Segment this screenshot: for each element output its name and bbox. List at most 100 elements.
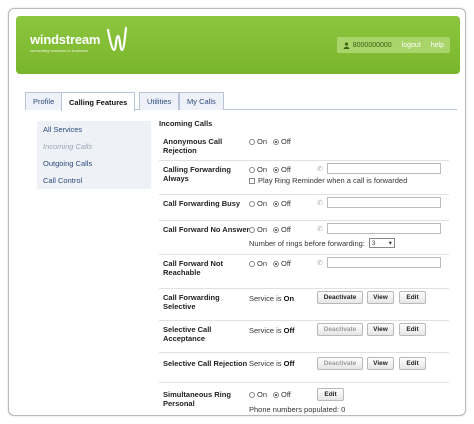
rings-option: Number of rings before forwarding: 3 ▾ — [249, 238, 395, 248]
service-status: Service is Off — [249, 359, 294, 368]
radio-off-dot[interactable] — [273, 391, 280, 398]
section-title: Incoming Calls — [159, 119, 213, 128]
radio-off-label: Off — [281, 199, 291, 208]
edit-button[interactable]: Edit — [399, 291, 426, 304]
radio-on-dot[interactable] — [249, 200, 255, 207]
row-selective-call-acceptance: Selective Call Acceptance Service is Off… — [159, 321, 449, 353]
rings-select[interactable]: 3 ▾ — [368, 238, 395, 248]
logo-text: windstream — [30, 32, 101, 47]
incoming-calls-panel: Incoming Calls Anonymous Call Rejection … — [159, 119, 449, 414]
row-selective-call-rejection: Selective Call Rejection Service is Off … — [159, 353, 449, 383]
radio-off[interactable]: Off — [273, 165, 291, 174]
radio-off[interactable]: Off — [273, 225, 291, 234]
view-button[interactable]: View — [367, 357, 394, 370]
tab-profile[interactable]: Profile — [25, 92, 63, 110]
logo-tagline: connecting business to business — [30, 48, 88, 53]
main-tabs: Profile Calling Features Utilities My Ca… — [25, 90, 457, 111]
radio-off[interactable]: Off — [273, 259, 291, 268]
app-window: windstream connecting business to busine… — [8, 8, 466, 416]
radio-on-label: On — [257, 165, 268, 174]
help-link[interactable]: help — [431, 42, 444, 49]
radio-on[interactable]: On — [249, 137, 267, 146]
radio-off[interactable]: Off — [273, 199, 291, 208]
row-call-forward-not-reachable: Call Forward Not Reachable On Off ✆ — [159, 255, 449, 289]
deactivate-button[interactable]: Deactivate — [317, 291, 363, 304]
tab-utilities[interactable]: Utilities — [139, 92, 180, 110]
user-icon — [343, 42, 350, 49]
logo-mark-icon — [106, 26, 128, 52]
feature-label: Selective Call Rejection — [163, 359, 248, 368]
edit-button[interactable]: Edit — [317, 388, 344, 401]
radio-off-dot[interactable] — [273, 260, 280, 267]
phone-numbers-populated: Phone numbers populated: 0 — [249, 405, 346, 414]
radio-on-label: On — [257, 225, 268, 234]
service-status-label: Service is — [249, 359, 282, 368]
row-call-forwarding-always: Calling Forwarding Always On Off ✆ Play … — [159, 161, 449, 195]
feature-label: Call Forwarding Selective — [163, 293, 220, 311]
sidebar-item-call-control[interactable]: Call Control — [37, 172, 151, 189]
radio-off-label: Off — [281, 259, 291, 268]
sidebar-item-outgoing-calls[interactable]: Outgoing Calls — [37, 155, 151, 172]
service-status-value: Off — [283, 359, 295, 368]
radio-on-label: On — [257, 199, 268, 208]
feature-label: Selective Call Acceptance — [163, 325, 212, 343]
user-info: 8000000000 — [343, 42, 392, 49]
radio-on-dot[interactable] — [249, 226, 255, 233]
radio-off-dot[interactable] — [273, 226, 280, 233]
on-off-radio-group: On Off — [249, 225, 291, 234]
radio-on-dot[interactable] — [249, 391, 255, 398]
on-off-radio-group: On Off — [249, 165, 291, 174]
on-off-radio-group: On Off — [249, 390, 291, 399]
user-bar: 8000000000 logout help — [336, 37, 450, 53]
radio-on[interactable]: On — [249, 199, 267, 208]
forward-number-input[interactable] — [327, 163, 441, 174]
forward-number-input[interactable] — [327, 223, 441, 234]
feature-label: Simultaneous Ring Personal — [163, 390, 231, 408]
radio-on[interactable]: On — [249, 259, 267, 268]
row-call-forward-no-answer: Call Forward No Answer On Off ✆ Number o… — [159, 221, 449, 255]
tab-calling-features[interactable]: Calling Features — [61, 92, 136, 111]
radio-on-dot[interactable] — [249, 260, 255, 267]
ring-reminder-checkbox[interactable] — [249, 177, 255, 184]
radio-on-dot[interactable] — [249, 166, 255, 173]
on-off-radio-group: On Off — [249, 199, 291, 208]
edit-button[interactable]: Edit — [399, 357, 426, 370]
row-call-forwarding-busy: Call Forwarding Busy On Off ✆ — [159, 195, 449, 221]
radio-on-label: On — [257, 137, 268, 146]
radio-off[interactable]: Off — [273, 137, 291, 146]
service-status-label: Service is — [249, 294, 282, 303]
radio-off-label: Off — [281, 137, 291, 146]
tab-my-calls[interactable]: My Calls — [179, 92, 224, 110]
service-status: Service is On — [249, 294, 294, 303]
phone-icon: ✆ — [317, 200, 323, 207]
row-simultaneous-ring-personal: Simultaneous Ring Personal On Off Edit P… — [159, 383, 449, 415]
feature-label: Call Forward No Answer — [163, 225, 250, 234]
sidebar-item-all-services[interactable]: All Services — [37, 121, 151, 138]
rings-label: Number of rings before forwarding: — [249, 238, 365, 248]
edit-button[interactable]: Edit — [399, 323, 426, 336]
radio-off[interactable]: Off — [273, 390, 291, 399]
radio-on-dot[interactable] — [249, 138, 255, 145]
deactivate-button[interactable]: Deactivate — [317, 323, 363, 336]
radio-on[interactable]: On — [249, 225, 267, 234]
radio-off-dot[interactable] — [273, 200, 280, 207]
radio-on[interactable]: On — [249, 165, 267, 174]
row-call-forwarding-selective: Call Forwarding Selective Service is On … — [159, 289, 449, 321]
phone-icon: ✆ — [317, 260, 323, 267]
row-anonymous-call-rejection: Anonymous Call Rejection On Off — [159, 133, 449, 161]
radio-on-label: On — [257, 390, 268, 399]
feature-label: Call Forward Not Reachable — [163, 259, 224, 277]
view-button[interactable]: View — [367, 323, 394, 336]
radio-off-dot[interactable] — [273, 166, 280, 173]
radio-on[interactable]: On — [249, 390, 267, 399]
feature-label: Calling Forwarding Always — [163, 165, 231, 183]
forward-number-input[interactable] — [327, 257, 441, 268]
deactivate-button[interactable]: Deactivate — [317, 357, 363, 370]
view-button[interactable]: View — [367, 291, 394, 304]
forward-number-input[interactable] — [327, 197, 441, 208]
ring-reminder-option: Play Ring Reminder when a call is forwar… — [249, 176, 407, 185]
logout-link[interactable]: logout — [402, 42, 421, 49]
sidebar-item-incoming-calls[interactable]: Incoming Calls — [37, 138, 151, 155]
radio-off-dot[interactable] — [273, 138, 280, 145]
on-off-radio-group: On Off — [249, 259, 291, 268]
